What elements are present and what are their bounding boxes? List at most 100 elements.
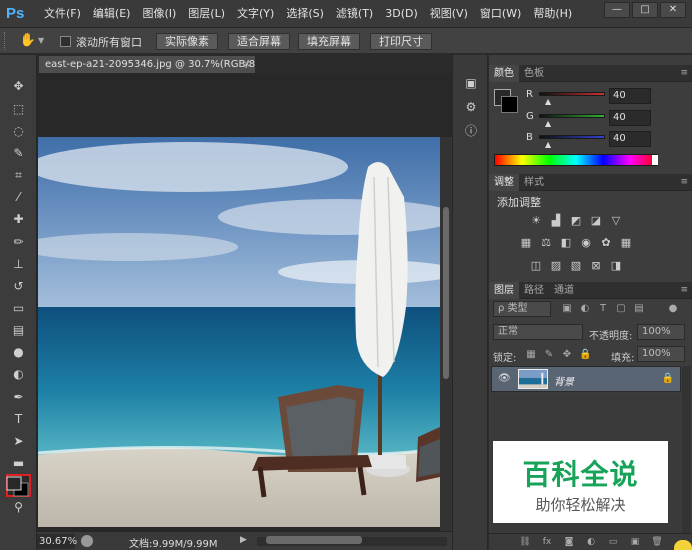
tab-styles[interactable]: 样式	[519, 174, 549, 191]
filter-pixel-icon[interactable]: ▣	[561, 303, 573, 315]
tab-color[interactable]: 颜色	[489, 65, 519, 82]
tab-paths[interactable]: 路径	[519, 282, 549, 299]
crop-tool-icon[interactable]: ⌗	[8, 166, 29, 185]
tab-swatches[interactable]: 色板	[519, 65, 549, 82]
spectrum-white-chip[interactable]	[652, 155, 658, 165]
lock-image-icon[interactable]: ✎	[543, 349, 555, 361]
chevron-down-icon[interactable]: ▼	[38, 36, 44, 45]
print-size-button[interactable]: 打印尺寸	[370, 33, 432, 50]
menu-item[interactable]: 3D(D)	[379, 0, 424, 28]
menu-item[interactable]: 窗口(W)	[474, 0, 527, 28]
color-lookup-icon[interactable]: ▦	[619, 237, 633, 249]
hand-tool-preset-icon[interactable]: ✋	[18, 32, 38, 50]
document-tab[interactable]: east-ep-a21-2095346.jpg @ 30.7%(RGB/8) ×	[38, 55, 256, 73]
options-grip[interactable]	[4, 32, 6, 50]
posterize-icon[interactable]: ▨	[549, 260, 563, 272]
link-layers-icon[interactable]: ⛓	[519, 536, 531, 548]
black-white-icon[interactable]: ◧	[559, 237, 573, 249]
path-select-tool-icon[interactable]: ➤	[8, 432, 29, 451]
opacity-field[interactable]: 100%	[637, 324, 685, 340]
channel-slider-g[interactable]	[539, 114, 605, 118]
new-layer-icon[interactable]: ▣	[629, 536, 641, 548]
lock-transparent-icon[interactable]: ▦	[525, 349, 537, 361]
color-spectrum-bar[interactable]	[494, 154, 658, 166]
panel-menu-icon[interactable]: ≡	[680, 285, 688, 295]
blur-tool-icon[interactable]: ●	[8, 343, 29, 362]
channel-slider-r[interactable]	[539, 92, 605, 96]
status-menu-arrow-icon[interactable]: ▶	[240, 535, 247, 545]
close-button[interactable]: ✕	[660, 2, 686, 18]
eraser-tool-icon[interactable]: ▭	[8, 299, 29, 318]
properties-icon[interactable]: ⚙	[463, 99, 479, 115]
history-brush-tool-icon[interactable]: ↺	[8, 277, 29, 296]
zoom-tool-icon[interactable]: ⚲	[8, 498, 29, 517]
move-tool-icon[interactable]: ✥	[8, 77, 29, 96]
vertical-scroll-thumb[interactable]	[443, 207, 449, 379]
close-icon[interactable]: ×	[243, 56, 251, 73]
delete-layer-icon[interactable]: 🗑	[651, 536, 663, 548]
healing-brush-tool-icon[interactable]: ✚	[8, 210, 29, 229]
layer-row-background[interactable]: 👁 背景 🔒	[491, 366, 681, 392]
menu-item[interactable]: 图层(L)	[182, 0, 231, 28]
tab-channels[interactable]: 通道	[549, 282, 579, 299]
menu-item[interactable]: 帮助(H)	[527, 0, 578, 28]
tab-adjustments[interactable]: 调整	[489, 174, 519, 191]
panel-menu-icon[interactable]: ≡	[680, 68, 688, 78]
gradient-tool-icon[interactable]: ▤	[8, 321, 29, 340]
channel-thumb-g[interactable]: ▲	[545, 119, 551, 128]
restore-button[interactable]: □	[632, 2, 658, 18]
menu-item[interactable]: 文件(F)	[38, 0, 87, 28]
channel-slider-b[interactable]	[539, 135, 605, 139]
filter-smart-object-icon[interactable]: ▤	[633, 303, 645, 315]
color-balance-icon[interactable]: ⚖	[539, 237, 553, 249]
brightness-contrast-icon[interactable]: ☀	[529, 215, 543, 227]
status-info-icon[interactable]	[81, 535, 93, 547]
layer-name[interactable]: 背景	[554, 373, 574, 388]
zoom-field[interactable]: 30.67%	[37, 534, 77, 549]
lock-all-icon[interactable]: 🔒	[579, 349, 591, 361]
layers-scrollbar[interactable]	[682, 366, 691, 533]
dodge-tool-icon[interactable]: ◐	[8, 365, 29, 384]
filter-adjustment-icon[interactable]: ◐	[579, 303, 591, 315]
eyedropper-tool-icon[interactable]: ⁄	[8, 188, 29, 207]
foreground-background-swatches[interactable]	[6, 475, 30, 497]
menu-item[interactable]: 图像(I)	[136, 0, 182, 28]
channel-value-r[interactable]: 40	[609, 88, 651, 104]
channel-thumb-b[interactable]: ▲	[545, 140, 551, 149]
channel-thumb-r[interactable]: ▲	[545, 97, 551, 106]
layer-style-icon[interactable]: fx	[541, 536, 553, 548]
add-mask-icon[interactable]: ◙	[563, 536, 575, 548]
minimize-button[interactable]: —	[604, 2, 630, 18]
menu-item[interactable]: 滤镜(T)	[330, 0, 379, 28]
selective-color-icon[interactable]: ◨	[609, 260, 623, 272]
channel-value-b[interactable]: 40	[609, 131, 651, 147]
filter-shape-icon[interactable]: ▢	[615, 303, 627, 315]
fit-screen-button[interactable]: 适合屏幕	[228, 33, 290, 50]
history-icon[interactable]: ▣	[463, 75, 479, 91]
fill-screen-button[interactable]: 填充屏幕	[298, 33, 360, 50]
panel-menu-icon[interactable]: ≡	[680, 177, 688, 187]
horizontal-scroll-thumb[interactable]	[266, 536, 362, 544]
info-icon[interactable]: ⓘ	[463, 123, 479, 139]
brush-tool-icon[interactable]: ✏	[8, 233, 29, 252]
layer-filter-kind-select[interactable]: ρ 类型	[493, 301, 551, 317]
threshold-icon[interactable]: ▧	[569, 260, 583, 272]
shape-tool-icon[interactable]: ▬	[8, 454, 29, 473]
quick-select-tool-icon[interactable]: ✎	[8, 144, 29, 163]
clone-stamp-tool-icon[interactable]: ⊥	[8, 255, 29, 274]
visibility-eye-icon[interactable]: 👁	[498, 373, 511, 384]
filter-toggle-icon[interactable]: ●	[667, 303, 679, 315]
menu-item[interactable]: 文字(Y)	[231, 0, 280, 28]
lasso-tool-icon[interactable]: ◌	[8, 122, 29, 141]
levels-icon[interactable]: ▟	[549, 215, 563, 227]
vibrance-icon[interactable]: ▽	[609, 215, 623, 227]
menu-item[interactable]: 选择(S)	[280, 0, 330, 28]
scroll-all-windows-checkbox[interactable]	[60, 36, 71, 47]
pen-tool-icon[interactable]: ✒	[8, 388, 29, 407]
blend-mode-select[interactable]: 正常	[493, 324, 583, 340]
document-image[interactable]	[38, 137, 440, 527]
background-color-swatch[interactable]	[501, 96, 518, 113]
gradient-map-icon[interactable]: ⊠	[589, 260, 603, 272]
type-tool-icon[interactable]: T	[8, 410, 29, 429]
hue-saturation-icon[interactable]: ▦	[519, 237, 533, 249]
